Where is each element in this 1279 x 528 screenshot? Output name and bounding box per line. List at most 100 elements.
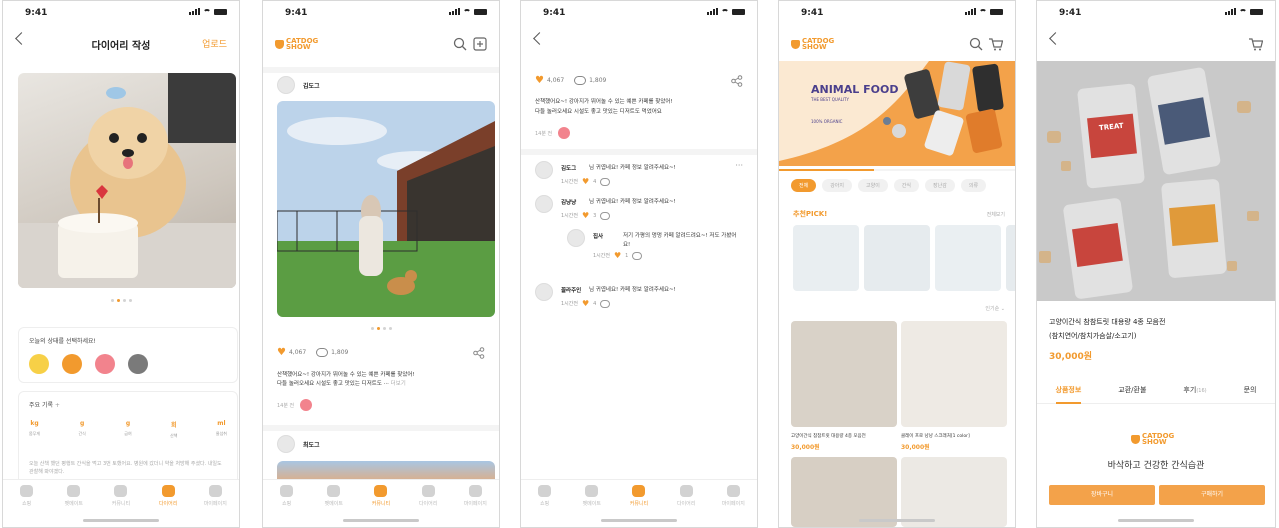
category-chip[interactable]: 강아지 [822, 179, 853, 192]
category-chip[interactable]: 장난감 [925, 179, 955, 192]
mood-happy-icon[interactable] [29, 354, 49, 374]
product-card[interactable]: 클레이 프로 냥냥 스크래처[1 color] 30,000원 [901, 321, 1007, 451]
brand-logo[interactable]: CATDOG SHOW [275, 38, 318, 51]
tab-item[interactable]: 쇼핑 [269, 485, 305, 507]
heart-icon[interactable]: ♥ [582, 177, 589, 186]
comment-button[interactable]: 1,809 [316, 348, 348, 357]
reaction-icon[interactable] [300, 399, 313, 411]
sort-dropdown[interactable]: 인기순 ⌄ [985, 305, 1005, 312]
heart-icon[interactable]: ♥ [614, 251, 621, 260]
tab-item[interactable]: 다이어리 [150, 485, 186, 507]
mood-sad-icon[interactable] [95, 354, 115, 374]
product-hero[interactable]: TREAT [1037, 61, 1275, 301]
home-indicator [343, 519, 419, 522]
tab-item[interactable]: 마이페이지 [457, 485, 493, 507]
heart-icon[interactable]: ♥ [582, 299, 589, 308]
heart-icon[interactable]: ♥ [582, 211, 589, 220]
product-card[interactable] [901, 457, 1007, 527]
tab-item[interactable]: 커뮤니티 [621, 485, 657, 507]
tab-item[interactable]: 다이어리 [410, 485, 446, 507]
tab-item[interactable]: 마이페이지 [197, 485, 233, 507]
tab-item[interactable]: 쇼핑 [9, 485, 45, 507]
avatar[interactable] [567, 229, 585, 247]
post-header[interactable]: 김도그 [277, 76, 320, 94]
reply-icon[interactable] [632, 251, 643, 260]
post-time: 14분 전 [535, 130, 553, 137]
buy-button[interactable]: 구매하기 [1159, 485, 1265, 505]
record-add-button[interactable]: + [55, 402, 60, 409]
category-chip[interactable]: 의류 [960, 179, 987, 192]
category-chip[interactable]: 고양이 [858, 179, 888, 192]
product-card[interactable] [791, 457, 897, 527]
more-options-icon[interactable]: ··· [735, 161, 743, 170]
detail-tab[interactable]: 후기(16) [1183, 381, 1206, 402]
share-icon[interactable] [473, 347, 485, 359]
add-post-icon[interactable] [473, 37, 487, 51]
product-name: 고양이간식 참참트릿 대용량 4종 모음전 [791, 434, 866, 439]
tab-item[interactable]: 펫메이트 [316, 485, 352, 507]
pick-card[interactable] [1006, 225, 1015, 291]
like-button[interactable]: ♥ 4,067 [277, 347, 306, 358]
cart-icon[interactable] [1248, 37, 1263, 51]
metric-item[interactable]: g 급여 [124, 420, 131, 439]
tab-item[interactable]: 펫메이트 [574, 485, 610, 507]
tab-item[interactable]: 쇼핑 [527, 485, 563, 507]
reply-icon[interactable] [600, 299, 611, 308]
cart-icon[interactable] [988, 37, 1003, 51]
brand-logo[interactable]: CATDOG SHOW [791, 38, 834, 51]
upload-button[interactable]: 업로드 [202, 37, 227, 50]
comment-username[interactable]: 집사 [593, 232, 603, 240]
post-username[interactable]: 최도그 [303, 440, 320, 449]
reaction-icon[interactable] [558, 127, 571, 139]
reply-icon[interactable] [600, 211, 611, 220]
avatar[interactable] [535, 161, 553, 179]
like-button[interactable]: ♥ 4,067 [535, 75, 564, 86]
comment-username[interactable]: 김도그 [561, 164, 576, 172]
metric-item[interactable]: ml 물섭취 [216, 420, 227, 439]
tab-item[interactable]: 마이페이지 [715, 485, 751, 507]
metric-item[interactable]: kg 몸무게 [29, 420, 40, 439]
comment-username[interactable]: 꼴라주인 [561, 286, 581, 294]
category-chip[interactable]: 간식 [893, 179, 920, 192]
back-icon[interactable] [533, 32, 546, 45]
category-chip[interactable]: 전체 [791, 179, 817, 192]
tab-item[interactable]: 커뮤니티 [363, 485, 399, 507]
detail-tab[interactable]: 상품정보 [1055, 381, 1082, 404]
avatar[interactable] [535, 283, 553, 301]
pick-card[interactable] [864, 225, 930, 291]
post-header[interactable]: 최도그 [277, 435, 320, 453]
tab-item[interactable]: 다이어리 [668, 485, 704, 507]
avatar[interactable] [277, 435, 295, 453]
mood-prompt: 오늘의 상태를 선택하세요! [29, 338, 96, 345]
pick-card[interactable] [935, 225, 1001, 291]
reply-icon[interactable] [600, 177, 611, 186]
metric-item[interactable]: g 간식 [78, 420, 85, 439]
product-card[interactable]: 고양이간식 참참트릿 대용량 4종 모음전 30,000원 [791, 321, 897, 451]
mood-angry-icon[interactable] [62, 354, 82, 374]
metric-item[interactable]: 회 산책 [170, 420, 177, 439]
post-username[interactable]: 김도그 [303, 81, 320, 90]
more-link[interactable]: 더보기 [391, 381, 406, 387]
back-icon[interactable] [1049, 32, 1062, 45]
comment-button[interactable]: 1,809 [574, 76, 606, 85]
diary-note[interactable]: 오늘 산책 했던 평행트 간식을 먹고 3번 토했어요. 병원에 갔더니 약을 … [29, 460, 227, 480]
tab-item[interactable]: 펫메이트 [56, 485, 92, 507]
avatar[interactable] [535, 195, 553, 213]
pick-card[interactable] [793, 225, 859, 291]
detail-tab[interactable]: 문의 [1244, 381, 1257, 402]
tab-icon [161, 485, 175, 497]
pick-more-link[interactable]: 전체보기 [987, 211, 1005, 218]
promo-banner[interactable]: ANIMAL FOOD THE BEST QUALITY 100% ORGANI… [779, 61, 1015, 166]
comment-username[interactable]: 김냥냥 [561, 198, 576, 206]
avatar[interactable] [277, 76, 295, 94]
signal-icon [1225, 8, 1236, 15]
search-icon[interactable] [453, 37, 467, 51]
search-icon[interactable] [969, 37, 983, 51]
diary-photo[interactable] [18, 73, 236, 288]
post-photo[interactable] [277, 101, 495, 317]
tab-item[interactable]: 커뮤니티 [103, 485, 139, 507]
add-to-cart-button[interactable]: 장바구니 [1049, 485, 1155, 505]
detail-tab[interactable]: 교환/환불 [1118, 381, 1146, 402]
mood-sick-icon[interactable] [128, 354, 148, 374]
share-icon[interactable] [731, 75, 743, 87]
